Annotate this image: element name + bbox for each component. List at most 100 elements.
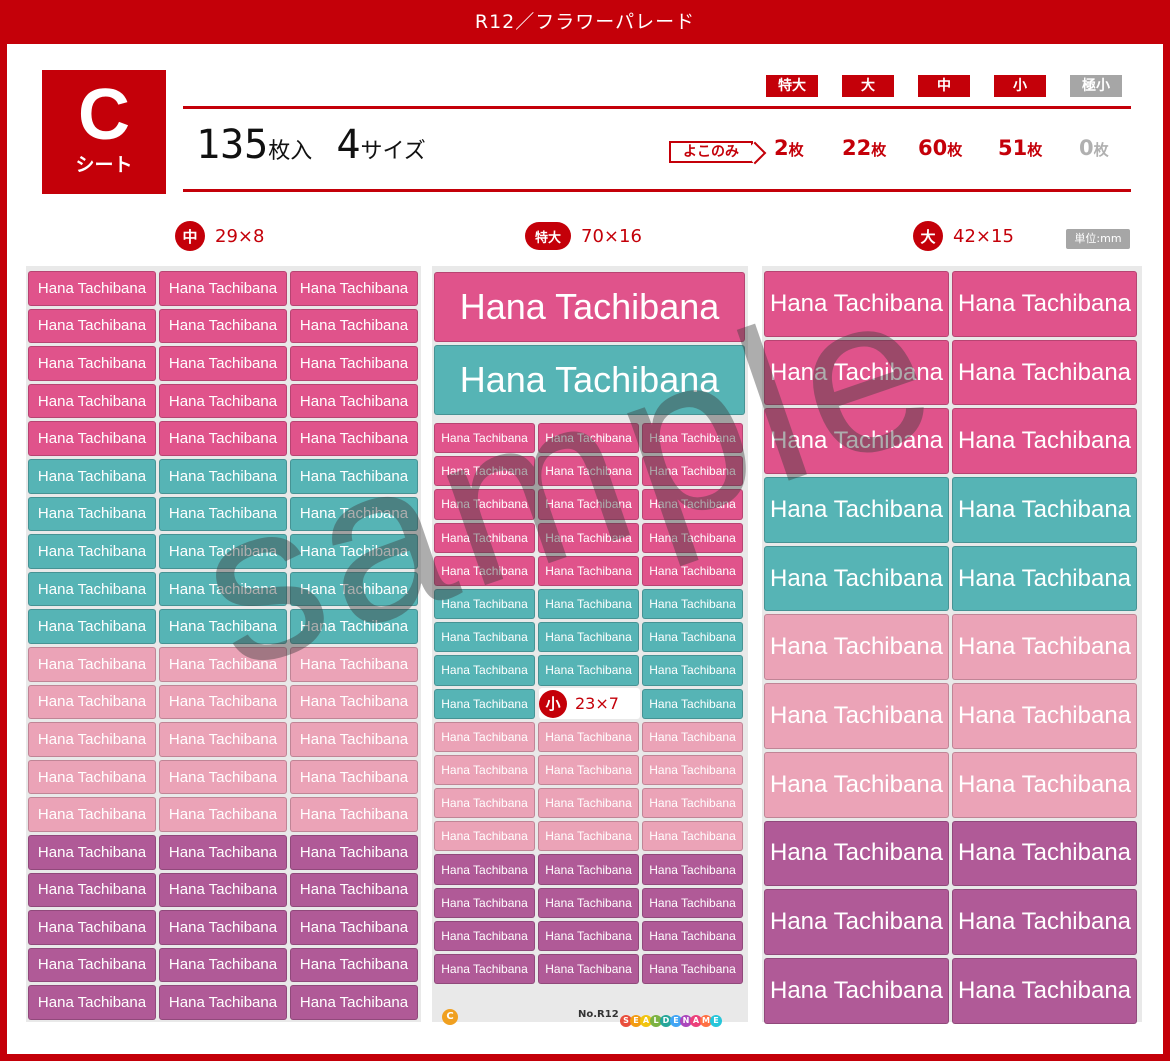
dims-chu: 29×8 — [215, 225, 265, 247]
size-chip-gokusho: 極小 — [1070, 75, 1122, 97]
name-label-chu: Hana Tachibana — [28, 910, 156, 945]
badge-sho: 小 — [539, 689, 567, 718]
name-label-chu: Hana Tachibana — [28, 872, 156, 908]
name-label-chu: Hana Tachibana — [28, 496, 156, 532]
name-label-chu: Hana Tachibana — [290, 722, 418, 757]
name-label-sho: Hana Tachibana — [538, 887, 639, 918]
brand-letter: E — [710, 1015, 722, 1027]
name-label-chu: Hana Tachibana — [28, 797, 156, 832]
name-label-chu: Hana Tachibana — [159, 346, 287, 381]
name-label-sho: Hana Tachibana — [538, 721, 639, 752]
name-label-dai: Hana Tachibana — [952, 820, 1137, 887]
name-label-chu: Hana Tachibana — [28, 834, 156, 870]
name-label-sho: Hana Tachibana — [642, 655, 743, 686]
name-label-chu: Hana Tachibana — [159, 947, 287, 983]
footer-badge: C — [442, 1004, 458, 1025]
name-label-chu: Hana Tachibana — [290, 759, 418, 795]
name-label-chu: Hana Tachibana — [290, 872, 418, 908]
name-label-chu: Hana Tachibana — [28, 421, 156, 456]
name-label-sho: Hana Tachibana — [538, 854, 639, 885]
name-label-dai: Hana Tachibana — [764, 614, 949, 681]
name-label-dai: Hana Tachibana — [952, 408, 1137, 475]
name-label-chu: Hana Tachibana — [159, 722, 287, 757]
dims-dai: 42×15 — [953, 225, 1014, 247]
sizes-number: 4 — [336, 122, 361, 168]
name-label-chu: Hana Tachibana — [290, 947, 418, 983]
name-label-dai: Hana Tachibana — [952, 339, 1137, 406]
name-label-sho: Hana Tachibana — [538, 920, 639, 951]
name-label-dai: Hana Tachibana — [764, 545, 949, 612]
dims-sho: 23×7 — [575, 694, 619, 713]
name-label-sho: Hana Tachibana — [642, 920, 743, 951]
name-label-chu: Hana Tachibana — [159, 910, 287, 945]
name-label-sho: Hana Tachibana — [642, 754, 743, 786]
name-label-sho: Hana Tachibana — [538, 655, 639, 686]
name-label-dai: Hana Tachibana — [952, 271, 1137, 337]
name-label-chu: Hana Tachibana — [28, 271, 156, 306]
name-label-dai: Hana Tachibana — [952, 614, 1137, 681]
sheet-type-badge: C シート — [42, 70, 166, 194]
name-label-sho: Hana Tachibana — [642, 622, 743, 653]
size-chip-sho: 小 — [994, 75, 1046, 97]
name-label-sho: Hana Tachibana — [538, 821, 639, 852]
name-label-chu: Hana Tachibana — [159, 834, 287, 870]
name-label-sho: Hana Tachibana — [434, 854, 535, 885]
page-title: R12／フラワーパレード — [0, 0, 1170, 44]
sizes-unit: サイズ — [360, 139, 426, 164]
total-number: 135 — [196, 122, 269, 168]
name-label-chu: Hana Tachibana — [290, 797, 418, 832]
total-count: 135枚入 4サイズ — [196, 122, 426, 168]
footer-model: No.R12 — [578, 1009, 619, 1020]
size-chip-dai: 大 — [842, 75, 894, 97]
name-label-dai: Hana Tachibana — [952, 545, 1137, 612]
name-label-chu: Hana Tachibana — [28, 759, 156, 795]
name-label-sho: Hana Tachibana — [434, 721, 535, 752]
name-label-chu: Hana Tachibana — [28, 722, 156, 757]
badge-dai: 大 — [913, 221, 943, 251]
name-label-chu: Hana Tachibana — [290, 271, 418, 306]
name-label-sho: Hana Tachibana — [434, 887, 535, 918]
name-label-chu: Hana Tachibana — [28, 646, 156, 682]
name-label-chu: Hana Tachibana — [159, 383, 287, 419]
count-tokudai: 2枚 — [774, 136, 804, 160]
name-label-sho: Hana Tachibana — [642, 688, 743, 719]
name-label-chu: Hana Tachibana — [159, 872, 287, 908]
name-label-chu: Hana Tachibana — [28, 383, 156, 419]
name-label-chu: Hana Tachibana — [159, 271, 287, 306]
name-label-chu: Hana Tachibana — [28, 534, 156, 569]
badge-chu: 中 — [175, 221, 205, 251]
name-label-chu: Hana Tachibana — [159, 985, 287, 1020]
name-label-chu: Hana Tachibana — [290, 308, 418, 344]
name-label-sho: Hana Tachibana — [538, 754, 639, 786]
name-label-dai: Hana Tachibana — [952, 477, 1137, 543]
section-label-tokudai: 特大 70×16 — [525, 222, 642, 250]
name-label-sho: Hana Tachibana — [434, 788, 535, 819]
name-label-chu: Hana Tachibana — [159, 759, 287, 795]
name-label-sho: Hana Tachibana — [642, 954, 743, 985]
total-count-unit: 枚入 — [268, 139, 313, 164]
name-label-chu: Hana Tachibana — [159, 308, 287, 344]
sheet-letter: C — [78, 75, 130, 155]
name-label-dai: Hana Tachibana — [952, 957, 1137, 1024]
name-label-dai: Hana Tachibana — [952, 889, 1137, 955]
section-label-dai: 大 42×15 — [913, 221, 1014, 251]
name-label-sho: Hana Tachibana — [538, 788, 639, 819]
name-label-sho: Hana Tachibana — [434, 754, 535, 786]
name-label-chu: Hana Tachibana — [28, 609, 156, 644]
yoko-only-tag: よこのみ — [669, 141, 753, 163]
header-rule-top — [183, 106, 1131, 109]
name-label-dai: Hana Tachibana — [764, 751, 949, 818]
name-label-dai: Hana Tachibana — [764, 820, 949, 887]
name-label-sho: Hana Tachibana — [434, 920, 535, 951]
count-gokusho: 0枚 — [1079, 136, 1109, 160]
name-label-sho: Hana Tachibana — [642, 788, 743, 819]
sheet-label: シート — [75, 154, 133, 176]
name-label-sho: Hana Tachibana — [642, 887, 743, 918]
name-label-sho: Hana Tachibana — [642, 721, 743, 752]
section-label-chu: 中 29×8 — [175, 221, 265, 251]
name-label-dai: Hana Tachibana — [952, 683, 1137, 749]
name-label-chu: Hana Tachibana — [28, 684, 156, 720]
name-label-sho: Hana Tachibana — [538, 622, 639, 653]
badge-tokudai: 特大 — [525, 222, 571, 250]
name-label-dai: Hana Tachibana — [764, 889, 949, 955]
